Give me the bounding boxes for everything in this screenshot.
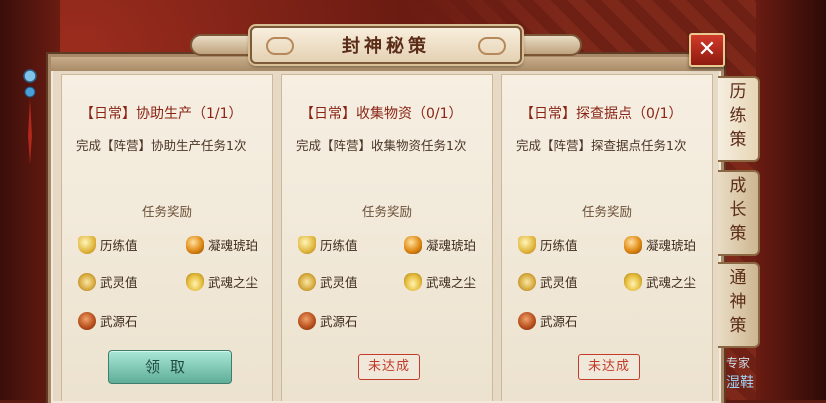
- reward-item: 武源石: [298, 311, 358, 330]
- not-completed-stamp: 未达成: [358, 354, 420, 380]
- tab-divine[interactable]: 通 神 策: [718, 262, 760, 348]
- window-title: 封神秘策: [342, 36, 430, 57]
- reward-label: 历练值: [100, 238, 138, 253]
- task-card-collect-supplies: 【日常】收集物资（0/1） 完成【阵营】收集物资任务1次 任务奖励 历练值 凝魂…: [281, 74, 493, 401]
- reward-item: 凝魂琥珀: [186, 235, 258, 254]
- tab-char: 策: [729, 130, 747, 150]
- reward-item: 凝魂琥珀: [404, 235, 476, 254]
- reward-label: 历练值: [320, 238, 358, 253]
- task-title: 【日常】收集物资（0/1）: [300, 106, 463, 122]
- watermark-text: 专家: [726, 356, 751, 370]
- window-title-plate: 封神秘策: [250, 26, 522, 64]
- task-title: 【日常】协助生产（1/1）: [80, 106, 243, 122]
- experience-icon: [298, 235, 316, 254]
- jade-pendant-icon: [23, 69, 37, 164]
- task-description: 完成【阵营】探查据点任务1次: [516, 138, 687, 153]
- reward-item: 武灵值: [518, 272, 578, 291]
- reward-heading: 任务奖励: [141, 204, 192, 219]
- amber-icon: [624, 235, 642, 254]
- reward-item: 凝魂琥珀: [624, 235, 696, 254]
- task-description: 完成【阵营】收集物资任务1次: [296, 138, 467, 153]
- soul-dust-icon: [404, 272, 422, 291]
- task-title: 【日常】探查据点（0/1）: [520, 106, 683, 122]
- tab-char: 成: [729, 176, 747, 196]
- reward-heading: 任务奖励: [581, 204, 632, 219]
- reward-item: 武魂之尘: [624, 272, 696, 291]
- reward-label: 历练值: [540, 238, 578, 253]
- reward-item: 历练值: [518, 235, 578, 254]
- reward-label: 凝魂琥珀: [426, 238, 477, 253]
- reward-label: 武魂之尘: [208, 275, 259, 290]
- close-button[interactable]: ✕: [689, 33, 725, 67]
- martial-stone-icon: [78, 311, 96, 330]
- reward-item: 历练值: [298, 235, 358, 254]
- martial-stone-icon: [518, 311, 536, 330]
- tab-training[interactable]: 历 练 策: [718, 76, 760, 162]
- reward-heading: 任务奖励: [361, 204, 412, 219]
- soul-dust-icon: [624, 272, 642, 291]
- reward-label: 武灵值: [100, 275, 138, 290]
- amber-icon: [404, 235, 422, 254]
- reward-item: 武灵值: [298, 272, 358, 291]
- tab-char: 神: [729, 292, 747, 312]
- experience-icon: [518, 235, 536, 254]
- tab-growth[interactable]: 成 长 策: [718, 170, 760, 256]
- tab-char: 历: [729, 82, 747, 102]
- close-icon: ✕: [697, 37, 717, 62]
- reward-item: 武灵值: [78, 272, 138, 291]
- cloud-ornament-icon: [266, 37, 294, 55]
- tab-char: 通: [729, 268, 747, 288]
- reward-label: 凝魂琥珀: [208, 238, 259, 253]
- watermark-text: 湿鞋: [726, 375, 754, 391]
- tab-char: 长: [729, 200, 747, 220]
- not-completed-stamp: 未达成: [578, 354, 640, 380]
- reward-item: 武源石: [518, 311, 578, 330]
- tab-char: 策: [729, 224, 747, 244]
- background-right-scenery: [756, 0, 826, 400]
- reward-label: 武灵值: [540, 275, 578, 290]
- martial-spirit-icon: [78, 272, 96, 291]
- martial-spirit-icon: [298, 272, 316, 291]
- reward-item: 武魂之尘: [404, 272, 476, 291]
- reward-item: 武源石: [78, 311, 138, 330]
- reward-label: 凝魂琥珀: [646, 238, 697, 253]
- reward-label: 武源石: [320, 314, 358, 329]
- tab-char: 策: [729, 316, 747, 336]
- reward-label: 武源石: [540, 314, 578, 329]
- soul-dust-icon: [186, 272, 204, 291]
- experience-icon: [78, 235, 96, 254]
- amber-icon: [186, 235, 204, 254]
- reward-item: 武魂之尘: [186, 272, 258, 291]
- martial-stone-icon: [298, 311, 316, 330]
- martial-spirit-icon: [518, 272, 536, 291]
- claim-reward-button[interactable]: 领取: [108, 350, 232, 384]
- task-card-scout-stronghold: 【日常】探查据点（0/1） 完成【阵营】探查据点任务1次 任务奖励 历练值 凝魂…: [501, 74, 713, 401]
- reward-label: 武源石: [100, 314, 138, 329]
- reward-label: 武魂之尘: [426, 275, 477, 290]
- reward-label: 武灵值: [320, 275, 358, 290]
- reward-label: 武魂之尘: [646, 275, 697, 290]
- tab-char: 练: [729, 106, 747, 126]
- reward-item: 历练值: [78, 235, 138, 254]
- task-description: 完成【阵营】协助生产任务1次: [76, 138, 247, 153]
- cloud-ornament-icon: [478, 37, 506, 55]
